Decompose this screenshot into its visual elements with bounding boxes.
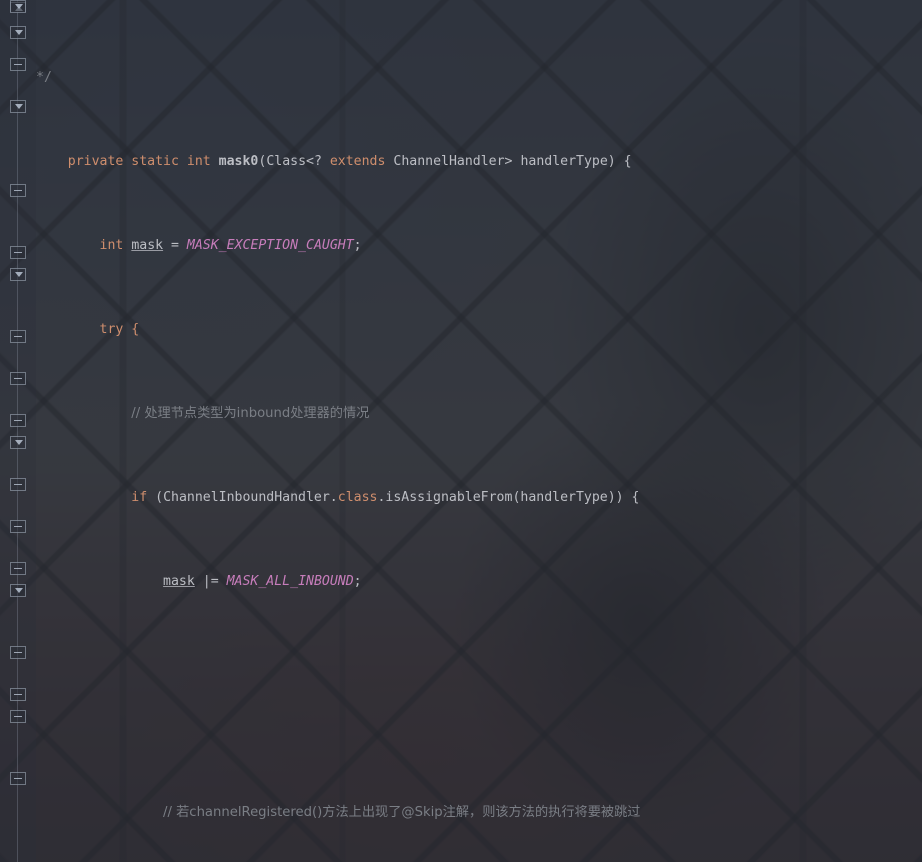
- fold-marker-if-user-event-body[interactable]: [10, 584, 26, 597]
- code-line: mask |= MASK_ALL_INBOUND;: [36, 571, 922, 592]
- local-var-mask: mask: [163, 574, 195, 589]
- keyword-class: class: [337, 490, 378, 505]
- semicolon: ;: [353, 574, 362, 589]
- code-line: */: [36, 67, 922, 88]
- semicolon: ;: [353, 238, 362, 253]
- type-channelinboundhandler: ChannelInboundHandler: [163, 490, 330, 505]
- keyword-int: int: [99, 238, 124, 253]
- keyword-private: private: [67, 154, 124, 169]
- fold-marker-method[interactable]: [10, 26, 26, 39]
- comment-inbound: // 处理节点类型为inbound处理器的情况: [131, 406, 370, 421]
- code-line: int mask = MASK_EXCEPTION_CAUGHT;: [36, 235, 922, 256]
- keyword-extends: extends: [329, 154, 386, 169]
- keyword-try: try {: [99, 322, 140, 337]
- fold-marker-try-block[interactable]: [10, 58, 26, 71]
- fold-marker-if-unregistered[interactable]: [10, 246, 26, 259]
- signature-tail: ) {: [607, 154, 632, 169]
- fold-marker-if-inactive[interactable]: [10, 372, 26, 385]
- local-var-mask: mask: [131, 238, 164, 253]
- code-line: private static int mask0(Class<? extends…: [36, 151, 922, 172]
- fold-marker-outbound-body[interactable]: [10, 710, 26, 723]
- fold-marker-if-inbound[interactable]: [10, 100, 26, 113]
- fold-marker-if-read-body[interactable]: [10, 436, 26, 449]
- fold-marker-if-writability[interactable]: [10, 520, 26, 533]
- keyword-int: int: [186, 154, 211, 169]
- if-tail: ) {: [615, 490, 640, 505]
- code-line: try {: [36, 319, 922, 340]
- fold-marker-outbound-start[interactable]: [10, 688, 26, 701]
- fold-marker-if-read[interactable]: [10, 414, 26, 427]
- comment-skip-annotation: // 若channelRegistered()方法上出现了@Skip注解，则该方…: [163, 805, 641, 820]
- comment-close: */: [36, 70, 52, 85]
- type-channelhandler: ChannelHandler>: [393, 154, 513, 169]
- fold-marker-if-bind[interactable]: [10, 772, 26, 785]
- call-isassignablefrom: isAssignableFrom(handlerType): [385, 490, 616, 505]
- const-mask-exception-caught: MASK_EXCEPTION_CAUGHT: [186, 238, 354, 253]
- fold-marker-if-unregistered-body[interactable]: [10, 268, 26, 281]
- fold-marker-if-active[interactable]: [10, 330, 26, 343]
- fold-marker-inbound-end[interactable]: [10, 646, 26, 659]
- assign-op: =: [163, 238, 187, 253]
- fold-marker-if-registered[interactable]: [10, 184, 26, 197]
- code-line: if (ChannelInboundHandler.class.isAssign…: [36, 487, 922, 508]
- param-handlertype: handlerType: [520, 154, 608, 169]
- fold-marker-if-user-event[interactable]: [10, 562, 26, 575]
- code-folding-gutter[interactable]: [0, 0, 36, 862]
- or-assign-op: |=: [202, 574, 219, 589]
- const-mask-all-inbound: MASK_ALL_INBOUND: [226, 574, 354, 589]
- type-class: Class<?: [266, 154, 322, 169]
- paren-open: (: [147, 490, 164, 505]
- fold-marker-if-read-complete[interactable]: [10, 478, 26, 491]
- dot: .: [329, 490, 338, 505]
- code-line: // 若channelRegistered()方法上出现了@Skip注解，则该方…: [36, 802, 922, 823]
- code-content[interactable]: */ private static int mask0(Class<? exte…: [36, 0, 922, 862]
- keyword-static: static: [131, 154, 179, 169]
- fold-region-line: [17, 0, 18, 862]
- code-editor[interactable]: */ private static int mask0(Class<? exte…: [0, 0, 922, 862]
- method-declaration-mask0[interactable]: mask0: [219, 154, 259, 169]
- code-line: // 处理节点类型为inbound处理器的情况: [36, 403, 922, 424]
- keyword-if: if: [131, 490, 148, 505]
